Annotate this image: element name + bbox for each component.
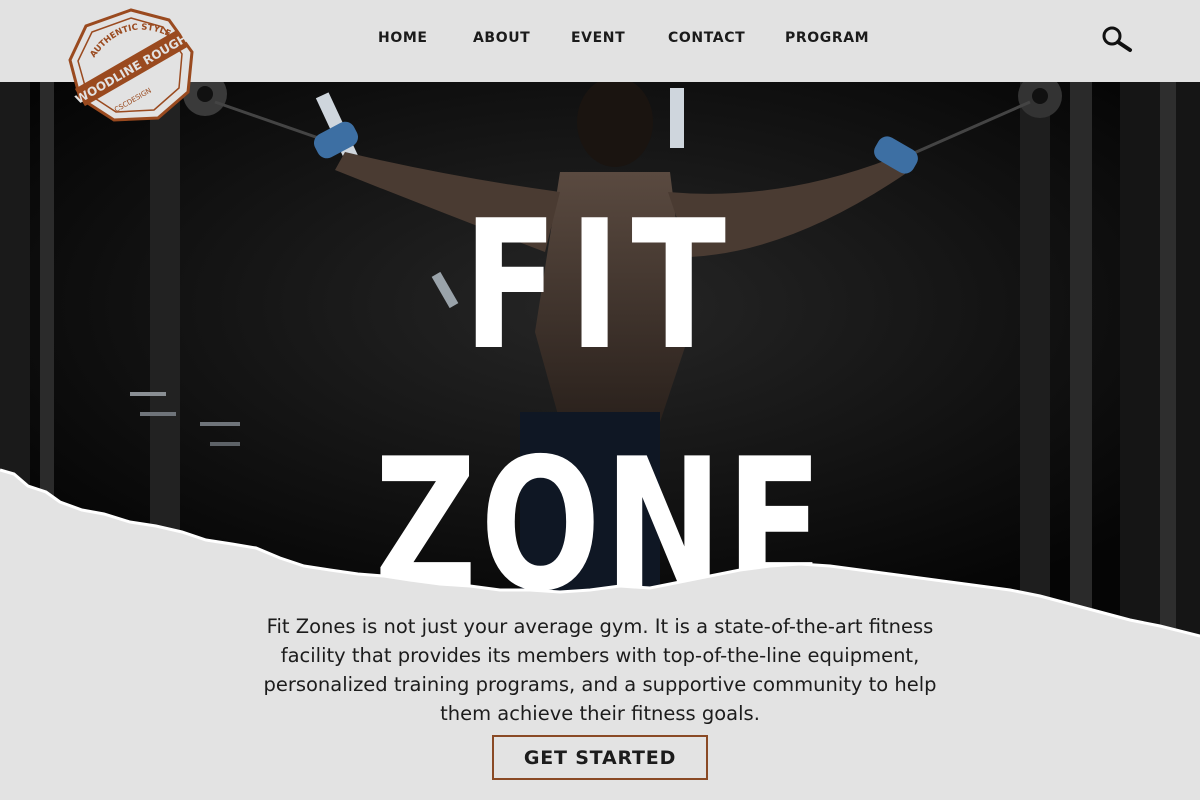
nav-item-about[interactable]: ABOUT [473,30,530,46]
search-icon [1102,26,1132,52]
site-logo[interactable]: AUTHENTIC STYLE WOODLINE ROUGH CSCDESIGN [64,6,198,126]
hero-title-line-1: FIT [463,182,737,389]
nav-item-program[interactable]: PROGRAM [785,30,869,46]
nav-item-event[interactable]: EVENT [571,30,625,46]
landing-page: FIT ZONE HOME ABOUT EVENT CONTACT PROGRA… [0,0,1200,800]
search-button[interactable] [1100,24,1136,56]
get-started-button[interactable]: GET STARTED [492,735,708,780]
nav-item-home[interactable]: HOME [378,30,428,46]
nav-item-contact[interactable]: CONTACT [668,30,745,46]
intro-description: Fit Zones is not just your average gym. … [263,615,937,725]
